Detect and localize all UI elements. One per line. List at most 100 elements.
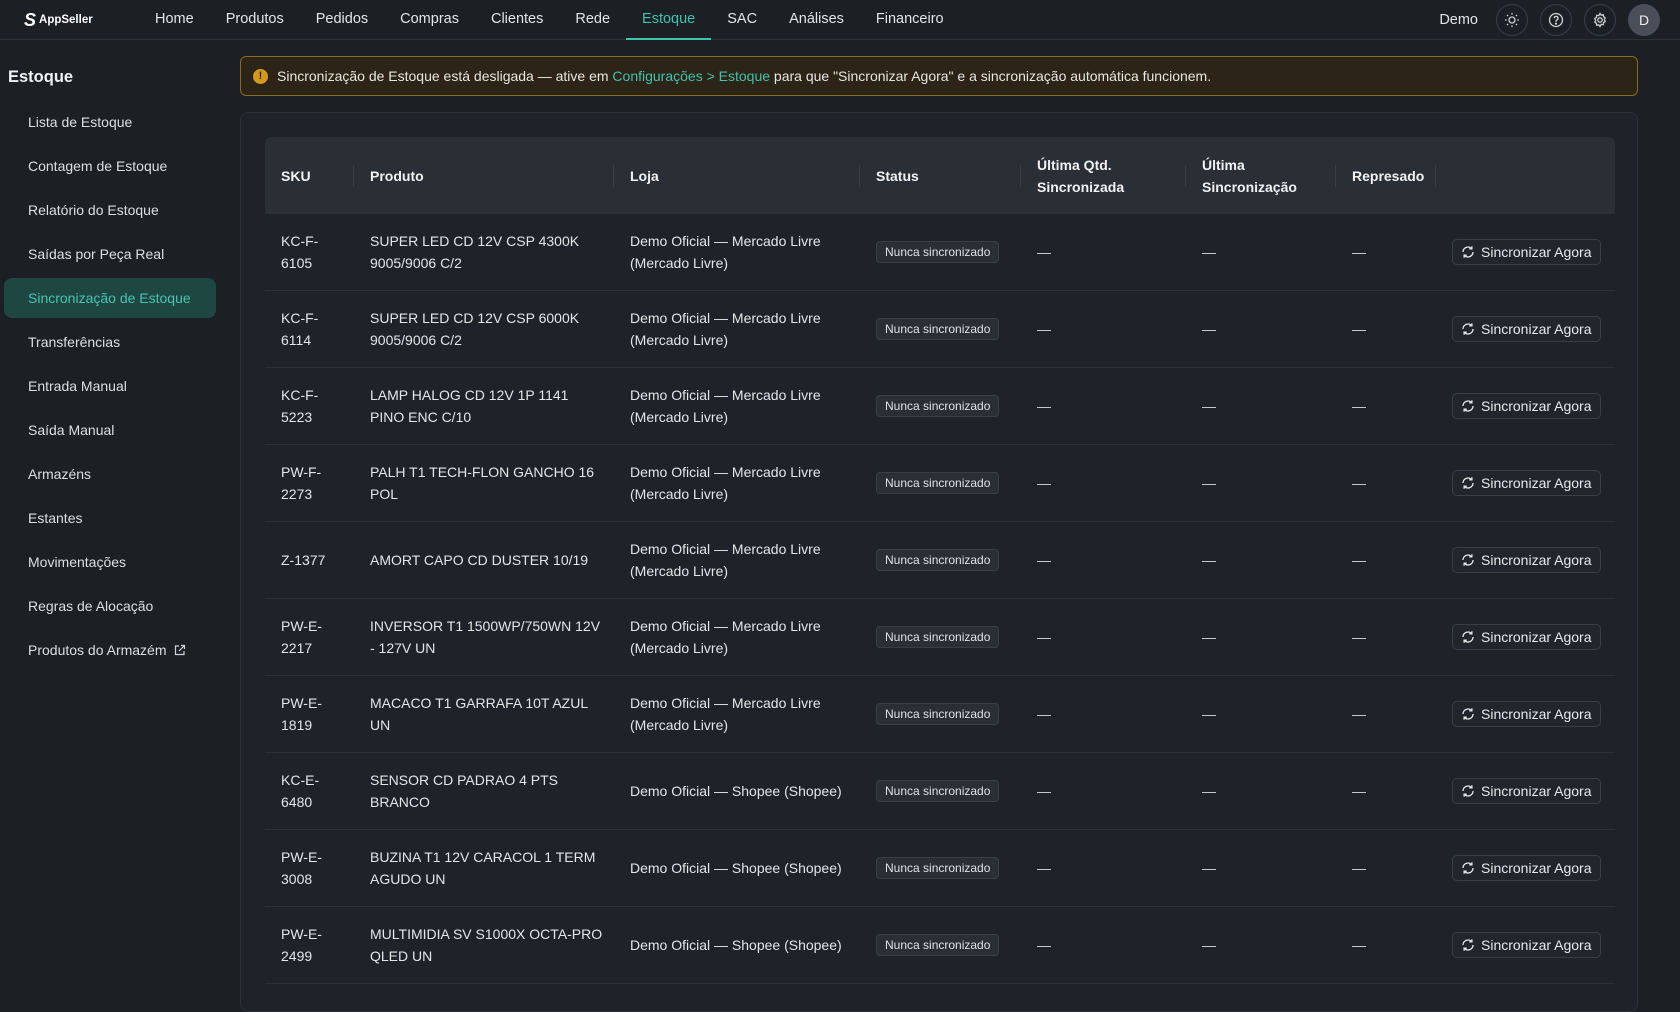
refresh-icon (1462, 477, 1474, 489)
column-header-status: Status (860, 137, 1021, 214)
sync-disabled-alert: ! Sincronização de Estoque está desligad… (240, 56, 1638, 96)
cell-sku: KC-F-5223 (281, 387, 319, 425)
sync-now-label: Sincronizar Agora (1481, 398, 1592, 414)
nav-item-clientes[interactable]: Clientes (475, 0, 559, 40)
settings-button[interactable] (1584, 3, 1616, 36)
sync-now-button[interactable]: Sincronizar Agora (1452, 239, 1601, 265)
column-header-ultima-sincronizacao: Última Sincronização (1186, 137, 1336, 214)
sync-now-label: Sincronizar Agora (1481, 475, 1592, 491)
refresh-icon (1462, 708, 1474, 720)
alert-text-before: Sincronização de Estoque está desligada … (277, 68, 613, 84)
sync-now-button[interactable]: Sincronizar Agora (1452, 855, 1601, 881)
sidebar-item-movimentacoes[interactable]: Movimentações (4, 542, 216, 582)
nav-item-rede[interactable]: Rede (559, 0, 626, 40)
cell-store: Demo Oficial — Shopee (Shopee) (630, 783, 842, 799)
sidebar-item-relatorio-do-estoque[interactable]: Relatório do Estoque (4, 190, 216, 230)
nav-item-analises[interactable]: Análises (773, 0, 860, 40)
cell-product: MULTIMIDIA SV S1000X OCTA-PRO QLED UN (370, 926, 603, 964)
cell-store: Demo Oficial — Mercado Livre (Mercado Li… (630, 387, 821, 425)
app-logo[interactable]: S AppSeller (24, 11, 139, 29)
cell-product: SUPER LED CD 12V CSP 6000K 9005/9006 C/2 (370, 310, 580, 348)
cell-sku: PW-F-2273 (281, 464, 322, 502)
sync-now-button[interactable]: Sincronizar Agora (1452, 470, 1601, 496)
cell-last-sync: — (1202, 937, 1216, 953)
sidebar-item-estantes[interactable]: Estantes (4, 498, 216, 538)
sync-now-button[interactable]: Sincronizar Agora (1452, 393, 1601, 419)
main-nav: Home Produtos Pedidos Compras Clientes R… (139, 0, 960, 40)
cell-store: Demo Oficial — Mercado Livre (Mercado Li… (630, 541, 821, 579)
cell-product: BUZINA T1 12V CARACOL 1 TERM AGUDO UN (370, 849, 596, 887)
column-header-sku: SKU (265, 137, 354, 214)
status-badge: Nunca sincronizado (876, 934, 1000, 956)
user-avatar[interactable]: D (1628, 3, 1660, 36)
top-navbar: S AppSeller Home Produtos Pedidos Compra… (0, 0, 1680, 40)
sidebar-item-sincronizacao-de-estoque[interactable]: Sincronização de Estoque (4, 278, 216, 318)
status-badge: Nunca sincronizado (876, 318, 1000, 340)
nav-item-compras[interactable]: Compras (384, 0, 475, 40)
column-header-represado: Represado (1336, 137, 1436, 214)
cell-last-sync: — (1202, 552, 1216, 568)
cell-product: AMORT CAPO CD DUSTER 10/19 (370, 552, 589, 568)
refresh-icon (1462, 939, 1474, 951)
refresh-icon (1462, 323, 1474, 335)
cell-status: Nunca sincronizado (860, 599, 1021, 675)
nav-item-financeiro[interactable]: Financeiro (860, 0, 960, 40)
sidebar-item-contagem-de-estoque[interactable]: Contagem de Estoque (4, 146, 216, 186)
sync-now-button[interactable]: Sincronizar Agora (1452, 778, 1601, 804)
cell-last-qty: — (1037, 706, 1051, 722)
sidebar-item-entrada-manual[interactable]: Entrada Manual (4, 366, 216, 406)
cell-status: Nunca sincronizado (860, 522, 1021, 598)
gear-icon (1593, 11, 1607, 28)
sync-now-button[interactable]: Sincronizar Agora (1452, 316, 1601, 342)
help-button[interactable] (1540, 3, 1572, 36)
sidebar-item-produtos-do-armazem[interactable]: Produtos do Armazém (4, 630, 216, 670)
theme-toggle-button[interactable] (1496, 3, 1528, 36)
sidebar-title: Estoque (8, 68, 74, 86)
sync-now-button[interactable]: Sincronizar Agora (1452, 624, 1601, 650)
status-badge: Nunca sincronizado (876, 549, 1000, 571)
sidebar-item-lista-de-estoque[interactable]: Lista de Estoque (4, 102, 216, 142)
cell-held: — (1352, 475, 1366, 491)
settings-stock-link[interactable]: Configurações > Estoque (612, 68, 770, 84)
cell-status: Nunca sincronizado (860, 676, 1021, 752)
top-right-controls: Demo D (1439, 3, 1660, 36)
nav-item-estoque[interactable]: Estoque (626, 0, 712, 40)
cell-last-sync: — (1202, 398, 1216, 414)
nav-item-pedidos[interactable]: Pedidos (300, 0, 384, 40)
status-badge: Nunca sincronizado (876, 703, 1000, 725)
sidebar-item-saida-manual[interactable]: Saída Manual (4, 410, 216, 450)
alert-text: Sincronização de Estoque está desligada … (277, 68, 1211, 84)
sidebar-item-regras-de-alocacao[interactable]: Regras de Alocação (4, 586, 216, 626)
stock-sync-card: SKU Produto Loja Status Última Qtd. Sinc… (240, 112, 1638, 1012)
refresh-icon (1462, 631, 1474, 643)
cell-store: Demo Oficial — Mercado Livre (Mercado Li… (630, 618, 821, 656)
status-badge: Nunca sincronizado (876, 780, 1000, 802)
cell-sku: PW-E-3008 (281, 849, 322, 887)
cell-actions: Sincronizar Agora (1436, 907, 1615, 983)
cell-status: Nunca sincronizado (860, 214, 1021, 290)
cell-held: — (1352, 937, 1366, 953)
sync-now-label: Sincronizar Agora (1481, 552, 1592, 568)
nav-item-produtos[interactable]: Produtos (210, 0, 300, 40)
sidebar-item-transferencias[interactable]: Transferências (4, 322, 216, 362)
cell-sku: KC-E-6480 (281, 772, 320, 810)
sync-now-button[interactable]: Sincronizar Agora (1452, 547, 1601, 573)
sync-now-button[interactable]: Sincronizar Agora (1452, 701, 1601, 727)
nav-item-home[interactable]: Home (139, 0, 210, 40)
cell-last-sync: — (1202, 321, 1216, 337)
sidebar-item-armazens[interactable]: Armazéns (4, 454, 216, 494)
status-badge: Nunca sincronizado (876, 626, 1000, 648)
refresh-icon (1462, 400, 1474, 412)
nav-item-sac[interactable]: SAC (711, 0, 773, 40)
sidebar-item-saidas-por-peca-real[interactable]: Saídas por Peça Real (4, 234, 216, 274)
cell-store: Demo Oficial — Mercado Livre (Mercado Li… (630, 310, 821, 348)
cell-actions: Sincronizar Agora (1436, 214, 1615, 290)
sync-now-button[interactable]: Sincronizar Agora (1452, 932, 1601, 958)
cell-held: — (1352, 552, 1366, 568)
cell-last-qty: — (1037, 860, 1051, 876)
cell-sku: KC-F-6114 (281, 310, 319, 348)
refresh-icon (1462, 785, 1474, 797)
user-name[interactable]: Demo (1439, 12, 1478, 28)
column-header-loja: Loja (614, 137, 860, 214)
refresh-icon (1462, 862, 1474, 874)
